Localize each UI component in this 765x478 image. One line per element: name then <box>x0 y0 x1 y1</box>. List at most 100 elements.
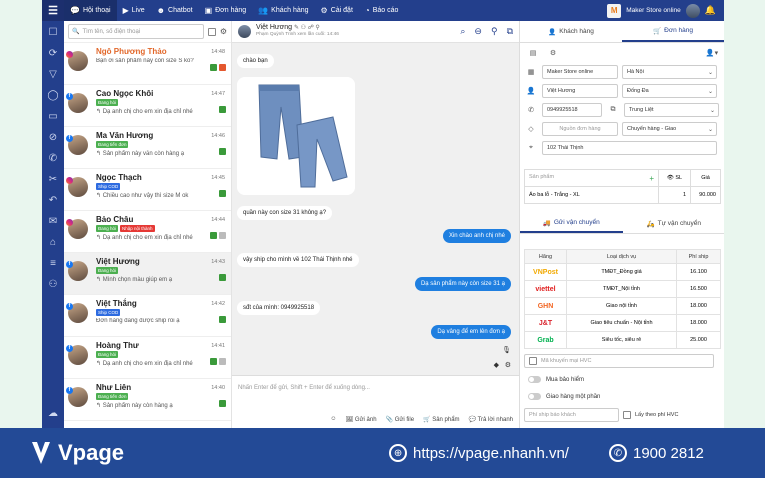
product-qty[interactable]: 1 <box>658 186 691 204</box>
group-icon[interactable]: ⚇ <box>49 277 58 293</box>
district-select[interactable]: Đống Đa ⌄ <box>622 84 717 98</box>
product-table: Sản phẩm + 👁 SL Giá Áo ba lỗ - Trắng - XL… <box>524 169 721 204</box>
mail-icon[interactable]: ✉ <box>49 214 57 230</box>
nav-live[interactable]: ▶ Live <box>117 0 151 21</box>
product-search[interactable]: Sản phẩm + <box>524 169 659 187</box>
send-file-button[interactable]: 📎 Gửi file <box>386 416 415 423</box>
filter-icon[interactable]: ▽ <box>49 67 57 83</box>
status-badge: Đang tiến đơn <box>96 393 129 400</box>
carrier-row[interactable]: VNPost TMĐT_Đồng giá 16.100 <box>524 263 721 281</box>
emoji-icon[interactable]: ☺ <box>330 416 336 423</box>
quick-reply-button[interactable]: 💬 Trả lời nhanh <box>469 416 513 423</box>
conversation-item[interactable]: Bảo Châu Đang hỏi Nhập nội thành ↰ Dạ anh c… <box>64 211 231 253</box>
inbox-icon[interactable]: ☐ <box>49 25 58 41</box>
search-row: 🔍 Tìm tên, số điện thoại ⚙ <box>64 21 231 43</box>
insurance-toggle[interactable] <box>528 376 541 383</box>
conversation-item[interactable]: f Việt Hương Đang hỏi ↰ Mình chọn màu giúp … <box>64 253 231 295</box>
province-select[interactable]: Hà Nội ⌄ <box>622 65 717 79</box>
carrier-row[interactable]: J&T Giao tiêu chuẩn - Nội tỉnh 18.000 <box>524 314 721 332</box>
message-in: sđt của mình: 0949925518 <box>237 301 321 315</box>
order-panel: 👤 Khách hàng 🛒 Đơn hàng ▤ ⚙ 👤▾ ▦ Maker Stor… <box>519 21 724 428</box>
scissors-icon[interactable]: ✂ <box>49 172 57 188</box>
select-all-checkbox[interactable] <box>207 27 216 36</box>
hide-icon[interactable]: ⊘ <box>49 130 57 146</box>
copy-icon[interactable]: ⧉ <box>606 103 620 117</box>
comment-icon[interactable]: ◯ <box>47 88 58 104</box>
fee-field[interactable]: Phí ship báo khách <box>524 408 619 422</box>
promo-checkbox[interactable] <box>529 357 537 365</box>
phone-icon[interactable]: ✆ <box>49 151 57 167</box>
video-icon: ▶ <box>122 6 129 15</box>
conversation-item[interactable]: Ngọc Thạch Ship COD ↰ Chiều cao như vậy th… <box>64 169 231 211</box>
source-field[interactable]: Nguồn đơn hàng <box>542 122 618 136</box>
carrier-table: Hãng Loại dịch vụ Phí ship VNPost TMĐT_Đồ… <box>524 249 721 349</box>
send-image-button[interactable]: 🖼 Gửi ảnh <box>346 416 377 423</box>
gear-icon[interactable]: ⚙ <box>220 27 227 36</box>
phone-status-icon <box>219 106 226 113</box>
take-fee-checkbox[interactable] <box>623 411 631 419</box>
nav-reports[interactable]: ◔ Báo cáo <box>359 0 405 21</box>
conversation-item[interactable]: f Việt Thắng Ship COD Đơn hàng đang được sh… <box>64 295 231 337</box>
bell-icon[interactable]: 🔔 <box>705 5 716 16</box>
product-row: Áo ba lỗ - Trắng - XL 1 90.000 <box>524 186 721 204</box>
message-input[interactable]: Nhấn Enter để gửi, Shift + Enter để xuốn… <box>232 375 519 428</box>
conversation-time: 14:40 <box>211 385 225 391</box>
menu-icon[interactable]: ☰ <box>42 0 64 21</box>
reply-icon[interactable]: ↶ <box>49 193 57 209</box>
add-product-icon[interactable]: + <box>649 174 654 183</box>
status-icons <box>210 232 226 239</box>
carrier-row[interactable]: GHN Giao nội tỉnh 18.000 <box>524 297 721 315</box>
settings-icon[interactable]: ⚙ <box>505 361 511 369</box>
nav-settings[interactable]: ⚙ Cài đặt <box>315 0 359 21</box>
barcode-icon[interactable]: ▤ <box>526 46 540 60</box>
conversation-item[interactable]: Ngô Phương Thảo Bạn ơi sản phẩm này còn s… <box>64 43 231 85</box>
nav-orders[interactable]: ▣ Đơn hàng <box>199 0 253 21</box>
tab-customer[interactable]: 👤 Khách hàng <box>520 21 622 42</box>
minus-circle-icon[interactable]: ⊖ <box>474 26 482 37</box>
search-icon[interactable]: ⌕ <box>460 26 465 37</box>
carrier-service: Giao tiêu chuẩn - Nội tỉnh <box>566 314 677 332</box>
user-avatar[interactable] <box>685 3 700 18</box>
customer-field[interactable]: Việt Hương <box>542 84 618 98</box>
gear-icon[interactable]: ⚙ <box>546 46 560 60</box>
nav-chatbot[interactable]: ☻ Chatbot <box>151 0 199 21</box>
message-icon[interactable]: ▭ <box>48 109 57 125</box>
tab-order[interactable]: 🛒 Đơn hàng <box>622 21 724 42</box>
tag-icon[interactable]: ⌂ <box>50 235 56 251</box>
conversation-item[interactable]: f Ma Văn Hương Đang tiến đơn ↰ Sản phẩm này… <box>64 127 231 169</box>
tab-carrier-shipping[interactable]: 🚚 Gửi vận chuyển <box>520 214 623 233</box>
facebook-icon: f <box>66 345 73 352</box>
tab-self-shipping[interactable]: 🛵 Tự vận chuyển <box>623 214 725 233</box>
phone-field[interactable]: 0949925518 <box>542 103 602 117</box>
hotline[interactable]: ✆ 1900 2812 <box>608 444 704 462</box>
conversation-preview: ↰ Chiều cao như vậy thì size M ok <box>96 193 189 199</box>
nav-conversations[interactable]: 💬 Hội thoại <box>64 0 117 21</box>
website-link[interactable]: ⊕ https://vpage.nhanh.vn/ <box>389 444 569 462</box>
search-input[interactable]: 🔍 Tìm tên, số điện thoại <box>68 24 204 39</box>
conversation-item[interactable]: f Như Liên Đang tiến đơn ↰ Sản phẩm này còn… <box>64 379 231 421</box>
external-link-icon[interactable]: ⧉ <box>507 26 513 37</box>
address-field[interactable]: 102 Thái Thịnh <box>542 141 717 155</box>
status-select[interactable]: Chuyển hàng - Giao ⌄ <box>622 122 717 136</box>
edit-icon[interactable]: ✎ ⚇ ☍ ⚲ <box>294 25 320 31</box>
product-image[interactable] <box>237 77 355 195</box>
pin-icon[interactable]: ⚲ <box>491 26 498 37</box>
account-area[interactable]: M Maker Store online 🔔 <box>607 3 724 18</box>
ward-select[interactable]: Trung Liệt ⌄ <box>624 103 719 117</box>
cloud-upload-icon[interactable]: ☁ <box>48 406 58 422</box>
conversation-item[interactable]: f Cao Ngọc Khôi Đang hỏi ↰ Dạ anh chị cho e… <box>64 85 231 127</box>
promo-code-field[interactable]: Mã khuyến mại HVC <box>524 354 714 368</box>
partial-delivery-toggle[interactable] <box>528 393 541 400</box>
carrier-row[interactable]: Grab Siêu tốc, siêu rẻ 25.000 <box>524 331 721 349</box>
list-icon[interactable]: ≡ <box>50 256 56 272</box>
carrier-row[interactable]: viettel TMĐT_Nội tỉnh 16.500 <box>524 280 721 298</box>
tag-icon[interactable]: ◆ <box>494 361 499 369</box>
user-dropdown-icon[interactable]: 👤▾ <box>705 46 719 60</box>
store-select[interactable]: Maker Store online <box>542 65 618 79</box>
mic-icon[interactable]: 🎙 <box>502 346 511 354</box>
refresh-icon[interactable]: ⟳ <box>49 46 57 62</box>
product-price[interactable]: 90.000 <box>690 186 721 204</box>
conversation-item[interactable]: f Hoàng Thư Đang hỏi ↰ Dạ anh chị cho em xi… <box>64 337 231 379</box>
products-button[interactable]: 🛒 Sản phẩm <box>423 416 460 423</box>
nav-customers[interactable]: 👥 Khách hàng <box>252 0 314 21</box>
